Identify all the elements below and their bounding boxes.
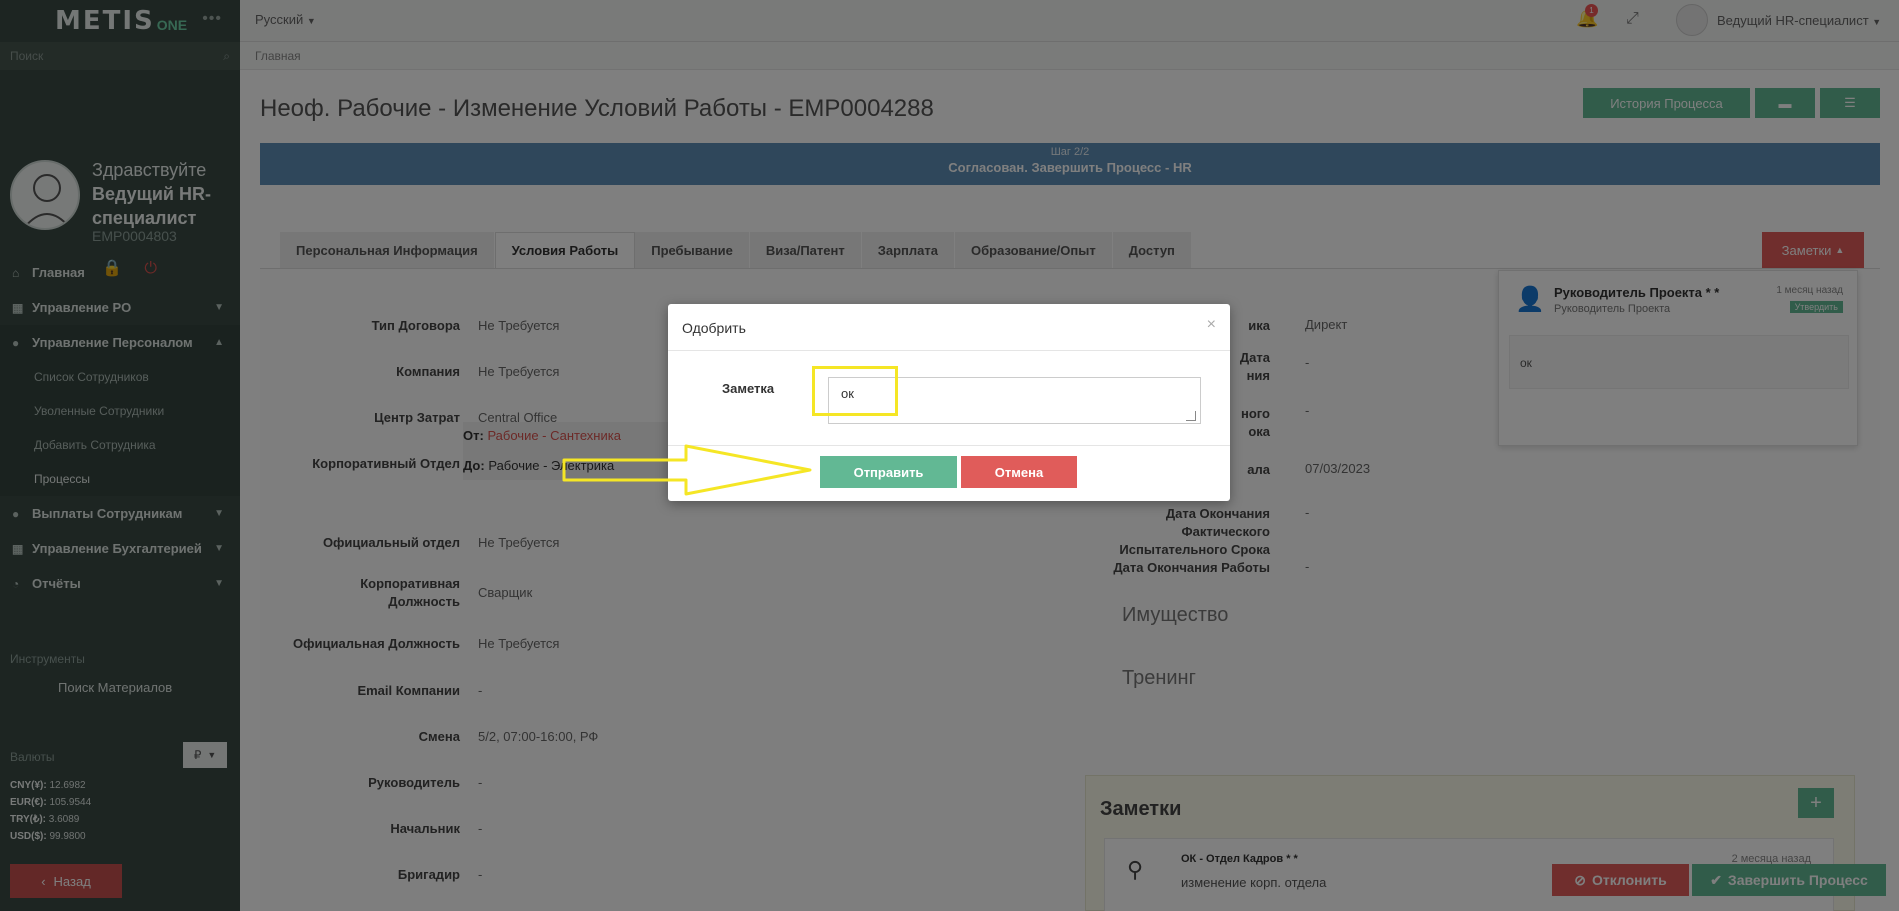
modal-title: Одобрить (682, 320, 746, 336)
close-icon[interactable]: × (1207, 316, 1216, 334)
resize-handle-icon[interactable] (1186, 411, 1196, 421)
arrow-shape (562, 444, 812, 496)
annotation-highlight-box (812, 366, 898, 416)
annotation-arrow (562, 444, 812, 496)
modal-header: Одобрить × (668, 304, 1230, 351)
cancel-button[interactable]: Отмена (961, 456, 1077, 488)
submit-button[interactable]: Отправить (820, 456, 957, 488)
modal-body: Заметка (668, 351, 1230, 446)
note-field-label: Заметка (722, 381, 775, 396)
